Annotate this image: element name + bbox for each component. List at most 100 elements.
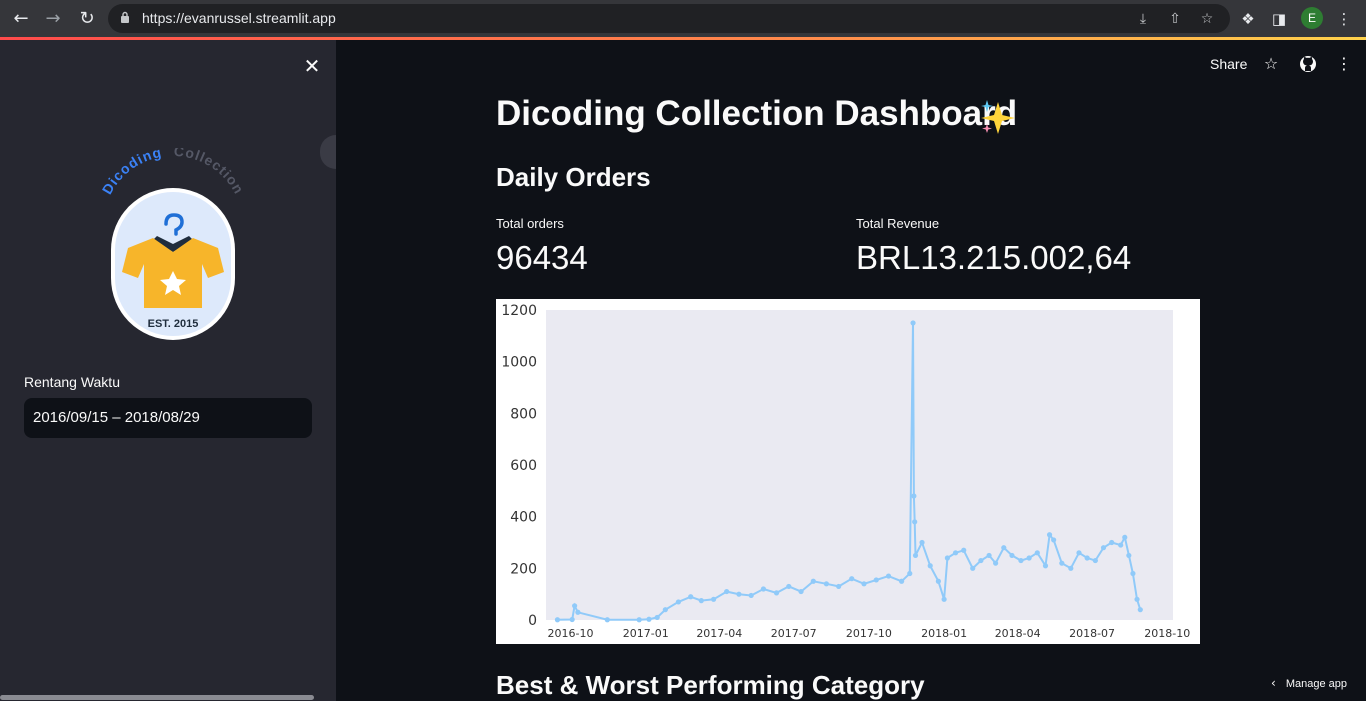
manage-app-button[interactable]: ‹ Manage app [1271,676,1347,690]
y-tick-label: 1200 [501,303,537,319]
data-point [646,616,652,622]
metric-orders-value: 96434 [496,239,588,276]
y-tick-label: 400 [510,510,537,526]
data-point [1137,607,1143,613]
data-point [1118,542,1124,548]
url-text: https://evanrussel.streamlit.app [142,10,336,26]
github-icon[interactable] [1299,55,1317,73]
extensions-puzzle-icon[interactable]: ❖ [1238,9,1258,29]
x-tick-label: 2018-07 [1069,627,1115,640]
close-sidebar-icon[interactable]: ✕ [302,56,322,76]
sidebar-collapse-handle[interactable] [320,135,336,169]
bookmark-star-icon[interactable]: ☆ [1198,10,1216,28]
page-title: Dicoding Collection Dashboard [496,94,1018,133]
data-point [675,599,682,605]
data-point [662,607,668,613]
data-point [836,583,842,590]
main-menu-icon[interactable]: ⋮ [1335,55,1353,73]
data-point [636,617,642,623]
chevron-left-icon: ‹ [1271,676,1276,690]
data-point [786,583,792,590]
x-tick-label: 2017-10 [846,627,892,640]
data-point [1084,555,1090,561]
data-point [873,577,879,583]
data-point [1092,557,1098,564]
install-app-icon[interactable]: ⤓ [1134,10,1152,28]
back-arrow-icon[interactable]: ← [9,7,33,31]
lock-icon [121,11,129,23]
data-point [970,565,976,571]
logo-est-text: EST. 2015 [148,318,199,330]
metric-revenue-label: Total Revenue [856,216,940,231]
data-point [1051,537,1057,543]
x-tick-label: 2018-10 [1144,627,1190,640]
star-icon[interactable]: ☆ [1262,55,1280,73]
y-tick-label: 800 [510,406,537,422]
data-point [654,614,660,621]
data-point [810,578,816,584]
dicoding-collection-logo: Dicoding Collection EST. 2015 [99,148,246,340]
data-point [1130,570,1136,577]
x-tick-label: 2018-04 [995,627,1041,640]
y-tick-label: 1000 [501,355,537,371]
data-point [554,617,561,623]
data-point [927,563,933,569]
daily-orders-chart-svg: 0 200 400 600 800 1000 1200 2016-10 2017-01 2017-… [501,303,1190,640]
data-point [911,493,917,499]
reload-icon[interactable]: ↻ [75,7,99,31]
data-point [1001,545,1007,551]
x-tick-label: 2017-04 [696,627,742,640]
data-point [724,588,730,595]
data-point [798,588,804,595]
sidebar-scrollbar[interactable] [0,695,314,700]
data-point [1134,596,1140,602]
data-point [1009,552,1015,559]
metric-revenue-value: BRL13.215.002,64 [856,239,1132,276]
browser-menu-icon[interactable]: ⋮ [1334,9,1354,29]
data-point [978,557,984,564]
data-point [993,560,999,566]
side-panel-icon[interactable]: ◨ [1269,9,1289,29]
data-point [1068,565,1074,571]
data-point [698,598,704,604]
date-range-label: Rentang Waktu [24,374,120,390]
data-point [773,590,780,596]
y-tick-label: 200 [510,561,537,577]
data-point [1046,532,1053,538]
date-range-input[interactable]: 2016/09/15 – 2018/08/29 [24,398,312,438]
data-point [910,320,916,326]
section-daily-orders: Daily Orders [496,162,651,192]
y-tick-label: 0 [528,613,537,629]
data-point [1018,557,1024,564]
browser-toolbar: ← → ↻ https://evanrussel.streamlit.app ⤓… [0,0,1366,37]
address-bar[interactable]: https://evanrussel.streamlit.app ⤓ ⇧ ☆ [108,4,1230,33]
x-tick-label: 2017-07 [771,627,817,640]
data-point [748,592,754,599]
share-page-icon[interactable]: ⇧ [1166,10,1184,28]
data-point [1109,539,1115,546]
data-point [961,547,967,553]
data-point [710,596,717,602]
data-point [1034,550,1040,556]
y-tick-label: 600 [510,458,537,474]
x-tick-label: 2017-01 [623,627,669,640]
logo-arc-text-dicoding: Dicoding [99,148,164,197]
data-point [604,617,610,623]
sidebar: ✕ Dicoding Collection EST. 2015 Rentang … [0,40,336,701]
data-point [575,609,581,615]
data-point [736,591,742,597]
data-point [935,578,941,584]
data-point [898,578,905,584]
data-point [849,576,855,582]
profile-avatar[interactable]: E [1301,7,1323,29]
data-point [907,570,913,577]
data-point [885,573,892,579]
data-point [572,603,578,609]
data-point [1026,555,1032,561]
x-tick-label: 2018-01 [921,627,967,640]
x-tick-label: 2016-10 [548,627,594,640]
daily-orders-chart: 0 200 400 600 800 1000 1200 2016-10 2017-01 2017-… [496,299,1200,644]
forward-arrow-icon[interactable]: → [41,7,65,31]
share-button[interactable]: Share [1210,56,1247,72]
data-point [569,616,575,623]
